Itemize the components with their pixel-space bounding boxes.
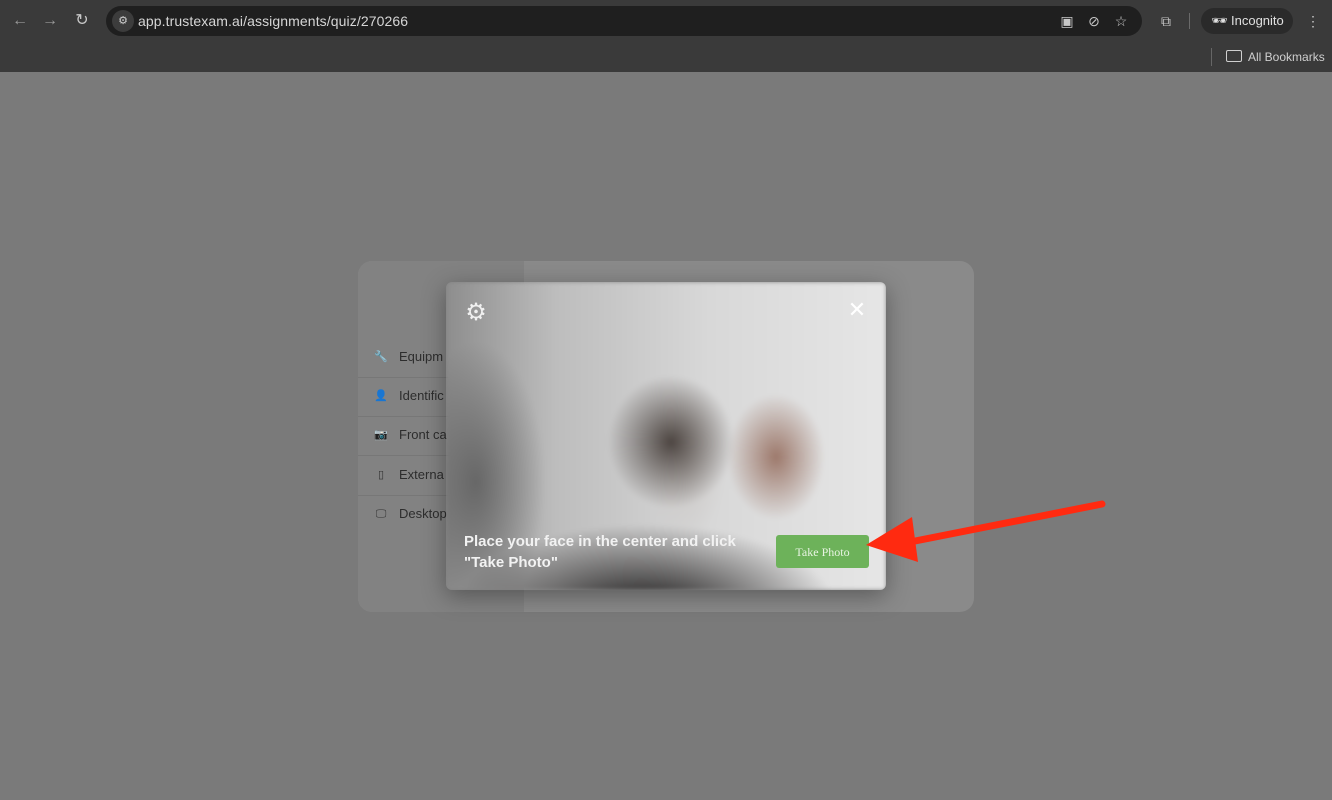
- camera-icon: 📷: [374, 429, 388, 441]
- phone-icon: ▯: [377, 469, 385, 481]
- url-text[interactable]: app.trustexam.ai/assignments/quiz/270266: [138, 6, 408, 36]
- clipboard-icon[interactable]: ▣: [1057, 11, 1077, 31]
- wrench-icon: 🔧: [374, 351, 388, 363]
- back-icon[interactable]: ←: [8, 9, 32, 33]
- all-bookmarks-button[interactable]: All Bookmarks: [1226, 46, 1325, 68]
- bookmarks-bar: All Bookmarks: [0, 42, 1332, 72]
- menu-icon[interactable]: ⋮: [1303, 11, 1323, 31]
- reload-icon[interactable]: ↻: [70, 9, 94, 33]
- step-label: Identific: [399, 388, 444, 403]
- address-bar[interactable]: ⚙ app.trustexam.ai/assignments/quiz/2702…: [106, 6, 1142, 36]
- browser-chrome: ← → ↻ ⚙ app.trustexam.ai/assignments/qui…: [0, 0, 1332, 72]
- gear-icon[interactable]: ⚙: [463, 300, 489, 326]
- folder-icon: [1226, 50, 1242, 62]
- close-icon[interactable]: ✕: [846, 299, 868, 321]
- step-label: Front ca: [399, 427, 447, 442]
- incognito-label: Incognito: [1231, 13, 1284, 28]
- browser-toolbar: ← → ↻ ⚙ app.trustexam.ai/assignments/qui…: [0, 0, 1332, 42]
- incognito-badge[interactable]: 🕶 Incognito: [1201, 8, 1293, 34]
- take-photo-modal: ⚙ ✕ Place your face in the center and cl…: [446, 282, 886, 590]
- step-label: Externa: [399, 467, 444, 482]
- site-settings-icon[interactable]: ⚙: [112, 10, 134, 32]
- incognito-icon: 🕶: [1211, 13, 1228, 28]
- forward-icon[interactable]: →: [38, 9, 62, 33]
- bookmarks-divider: [1211, 48, 1212, 66]
- person-icon: 👤: [374, 390, 388, 402]
- monitor-icon: 🖵: [375, 508, 387, 520]
- step-label: Desktop: [399, 506, 447, 521]
- star-icon[interactable]: ☆: [1111, 11, 1131, 31]
- eye-off-icon[interactable]: ⊘: [1084, 11, 1104, 31]
- all-bookmarks-label: All Bookmarks: [1248, 50, 1325, 64]
- tab-search-icon[interactable]: ⧉: [1156, 11, 1176, 31]
- step-label: Equipm: [399, 349, 444, 364]
- toolbar-divider: [1189, 13, 1190, 29]
- take-photo-button[interactable]: Take Photo: [776, 535, 869, 568]
- photo-instruction: Place your face in the center and click …: [464, 533, 736, 571]
